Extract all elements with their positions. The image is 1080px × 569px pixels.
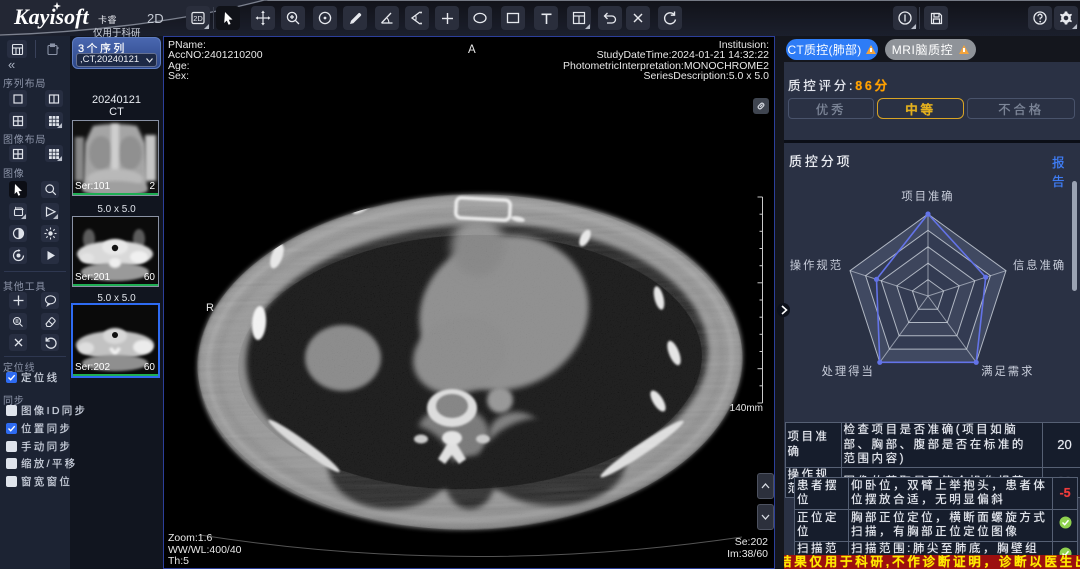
svg-text:2D: 2D xyxy=(193,14,203,23)
svg-text:操作规范: 操作规范 xyxy=(790,258,843,272)
svg-text:项目准确: 项目准确 xyxy=(901,190,954,203)
svg-text:信息准确: 信息准确 xyxy=(1013,258,1066,272)
svg-text:处理得当: 处理得当 xyxy=(822,364,875,378)
svg-text:满足需求: 满足需求 xyxy=(981,365,1034,378)
